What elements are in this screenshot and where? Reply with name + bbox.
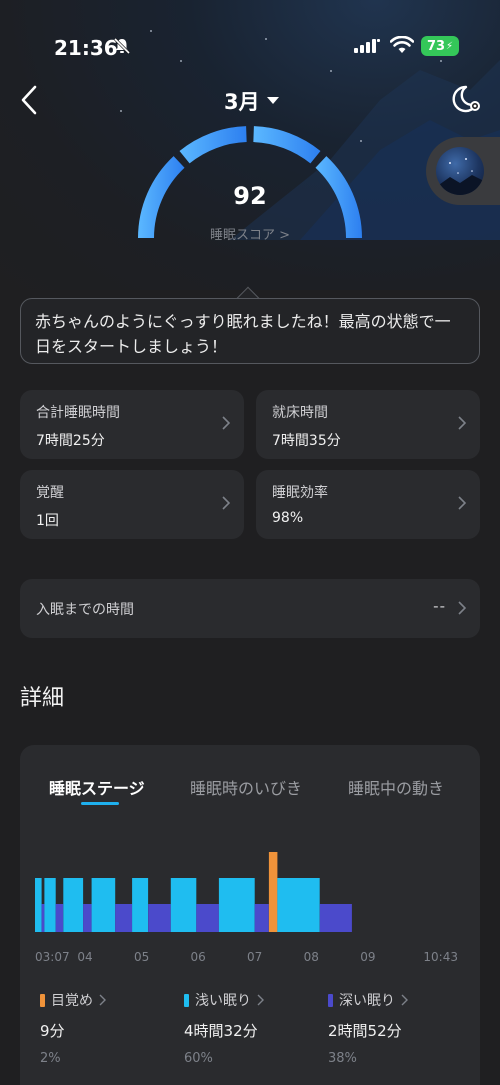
sleep-score-value: 92 bbox=[233, 182, 267, 210]
gauge-segment bbox=[179, 126, 247, 164]
night-sky-image bbox=[436, 147, 484, 195]
gauge-segment bbox=[253, 126, 321, 164]
sleep-message: 赤ちゃんのようにぐっすり眠れましたね！最高の状態で一日をスタートしましょう！ bbox=[20, 298, 480, 364]
legend-duration: 2時間52分 bbox=[328, 1022, 402, 1040]
x-tick-label: 08 bbox=[304, 950, 319, 964]
metric-card-time-in-bed[interactable]: 就床時間 7時間35分 bbox=[256, 390, 480, 459]
back-button[interactable] bbox=[18, 84, 42, 116]
stage-bar-deep bbox=[319, 904, 352, 932]
legend-name: 浅い眠り bbox=[195, 993, 251, 1009]
chevron-right-icon bbox=[99, 994, 106, 1006]
metric-value: 98% bbox=[272, 510, 304, 526]
sleep-latency-row[interactable]: 入眠までの時間 -- bbox=[20, 579, 480, 638]
chevron-right-icon bbox=[401, 994, 408, 1006]
stage-bar-light bbox=[170, 878, 197, 932]
stage-bar-deep bbox=[254, 904, 269, 932]
cellular-signal-icon bbox=[354, 39, 380, 53]
stage-bar-light bbox=[91, 878, 116, 932]
metric-label: 就床時間 bbox=[272, 405, 328, 421]
stage-bar-deep bbox=[55, 904, 64, 932]
x-tick-label: 06 bbox=[190, 950, 205, 964]
legend-percent: 60% bbox=[184, 1051, 213, 1066]
chevron-right-icon bbox=[222, 496, 230, 510]
sleep-score-link[interactable]: 睡眠スコア > bbox=[0, 224, 500, 243]
month-label: 3月 bbox=[224, 90, 260, 114]
stage-bar-deep bbox=[41, 904, 45, 932]
stage-bar-light bbox=[277, 878, 320, 932]
metric-label: 睡眠効率 bbox=[272, 485, 328, 501]
stage-bar-awake bbox=[268, 852, 278, 932]
stage-bar-deep bbox=[196, 904, 219, 932]
metric-value: 1回 bbox=[36, 513, 59, 529]
legend-swatch-light bbox=[184, 993, 189, 1007]
wifi-icon bbox=[390, 36, 414, 53]
battery-level: 73 bbox=[426, 38, 446, 54]
caret-down-icon bbox=[266, 97, 279, 104]
legend-name: 深い眠り bbox=[339, 993, 395, 1009]
x-tick-label: 04 bbox=[77, 950, 92, 964]
legend-duration: 4時間32分 bbox=[184, 1022, 258, 1040]
battery-indicator: 73 ⚡ bbox=[421, 36, 459, 56]
stage-bar-light bbox=[218, 878, 255, 932]
chevron-right-icon bbox=[458, 496, 466, 510]
bell-off-icon bbox=[113, 37, 131, 55]
x-tick-label: 10:43 bbox=[423, 950, 458, 964]
chevron-right-icon bbox=[458, 416, 466, 430]
metric-label: 覚醒 bbox=[36, 485, 64, 501]
sleep-settings-icon[interactable] bbox=[450, 84, 482, 114]
chevron-right-icon bbox=[222, 416, 230, 430]
legend-swatch-deep bbox=[328, 993, 333, 1007]
x-tick-label: 05 bbox=[134, 950, 149, 964]
stage-bar-deep bbox=[148, 904, 171, 932]
sleep-sound-thumbnail[interactable] bbox=[426, 137, 500, 205]
x-tick-label: 03:07 bbox=[35, 950, 70, 964]
metric-value: 7時間25分 bbox=[36, 433, 105, 449]
stage-bar-light bbox=[35, 878, 42, 932]
legend-swatch-awake bbox=[40, 993, 45, 1007]
legend-percent: 2% bbox=[40, 1051, 61, 1066]
month-selector[interactable]: 3月 bbox=[224, 86, 280, 116]
legend-light[interactable]: 浅い眠り 4時間32分 60% bbox=[184, 990, 265, 1066]
metric-card-awakenings[interactable]: 覚醒 1回 bbox=[20, 470, 244, 539]
sleep-latency-value: -- bbox=[433, 597, 446, 615]
metric-label: 合計睡眠時間 bbox=[36, 405, 120, 421]
chevron-right-icon bbox=[458, 601, 466, 615]
details-heading: 詳細 bbox=[20, 686, 65, 711]
legend-duration: 9分 bbox=[40, 1022, 65, 1040]
x-tick-label: 07 bbox=[247, 950, 262, 964]
stage-bar-light bbox=[132, 878, 149, 932]
stage-bar-light bbox=[63, 878, 84, 932]
status-bar: 21:36 73 ⚡ bbox=[0, 28, 500, 64]
chevron-right-icon bbox=[257, 994, 264, 1006]
stage-bar-deep bbox=[83, 904, 92, 932]
legend-deep[interactable]: 深い眠り 2時間52分 38% bbox=[328, 990, 409, 1066]
legend-awake[interactable]: 目覚め 9分 2% bbox=[40, 990, 107, 1066]
x-tick-label: 09 bbox=[360, 950, 375, 964]
status-time: 21:36 bbox=[54, 36, 118, 60]
stage-bar-deep bbox=[115, 904, 133, 932]
legend-name: 目覚め bbox=[51, 993, 93, 1009]
metric-value: 7時間35分 bbox=[272, 433, 341, 449]
stage-bar-light bbox=[44, 878, 56, 932]
legend-percent: 38% bbox=[328, 1051, 357, 1066]
sleep-details-card: 睡眠ステージ 睡眠時のいびき 睡眠中の動き 03:07 04 05 06 07 08 09 1… bbox=[20, 745, 480, 1085]
metric-card-sleep-efficiency[interactable]: 睡眠効率 98% bbox=[256, 470, 480, 539]
sleep-latency-label: 入眠までの時間 bbox=[36, 602, 134, 618]
metric-card-total-sleep[interactable]: 合計睡眠時間 7時間25分 bbox=[20, 390, 244, 459]
